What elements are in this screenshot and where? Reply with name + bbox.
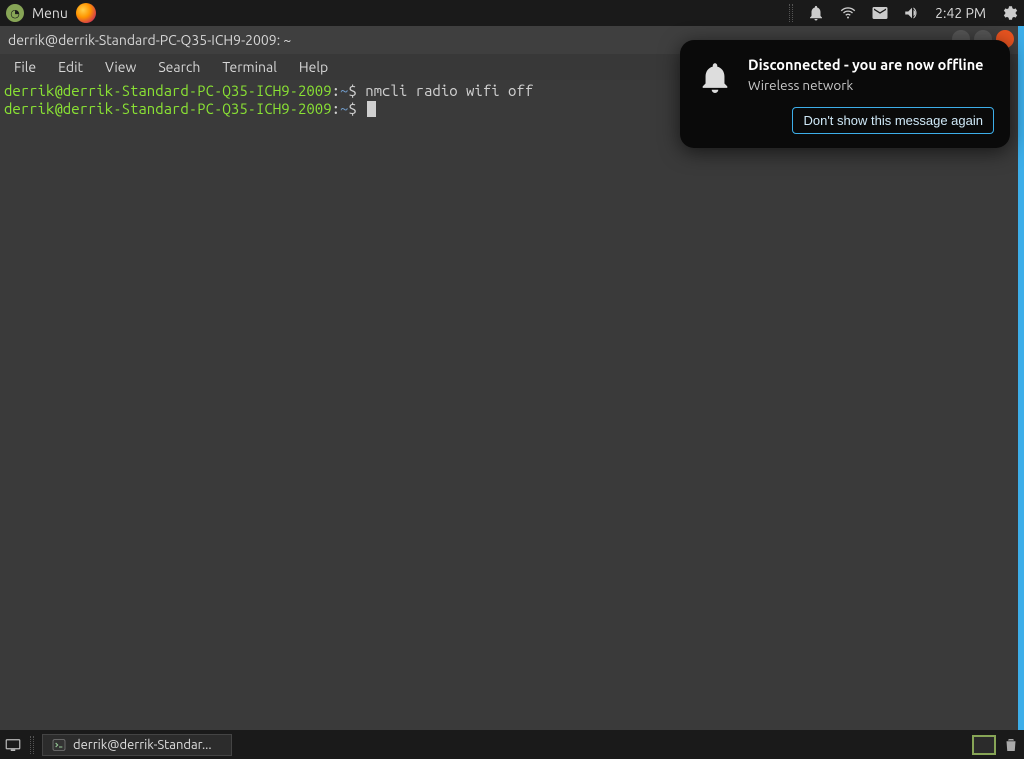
menu-help[interactable]: Help bbox=[289, 57, 338, 77]
command-text: nmcli radio wifi off bbox=[365, 82, 533, 99]
prompt-dollar: $ bbox=[348, 100, 365, 117]
firefox-icon[interactable] bbox=[76, 3, 96, 23]
taskbar-left: derrik@derrik-Standar... bbox=[4, 734, 232, 756]
notification-subtitle: Wireless network bbox=[748, 77, 994, 93]
taskbar-window-button[interactable]: derrik@derrik-Standar... bbox=[42, 734, 232, 756]
taskbar-right bbox=[972, 735, 1020, 755]
volume-icon[interactable] bbox=[903, 4, 921, 22]
menu-button[interactable]: Menu bbox=[32, 5, 68, 21]
notification-bell-icon bbox=[696, 56, 734, 134]
menu-search[interactable]: Search bbox=[148, 57, 210, 77]
terminal-body[interactable]: derrik@derrik-Standard-PC-Q35-ICH9-2009:… bbox=[0, 80, 1018, 730]
wifi-icon[interactable] bbox=[839, 4, 857, 22]
bottom-panel: derrik@derrik-Standar... bbox=[0, 730, 1024, 759]
menu-terminal[interactable]: Terminal bbox=[212, 57, 287, 77]
terminal-cursor-icon bbox=[367, 101, 376, 117]
workspace-switcher[interactable] bbox=[972, 735, 996, 755]
notifications-bell-icon[interactable] bbox=[807, 4, 825, 22]
clock[interactable]: 2:42 PM bbox=[935, 5, 986, 21]
taskbar-window-title: derrik@derrik-Standar... bbox=[73, 738, 212, 752]
mate-logo-icon[interactable]: ◔ bbox=[6, 4, 24, 22]
top-panel: ◔ Menu 2:42 PM bbox=[0, 0, 1024, 26]
notification-body: Disconnected - you are now offline Wirel… bbox=[748, 56, 994, 134]
trash-icon[interactable] bbox=[1002, 736, 1020, 754]
notification-toast: Disconnected - you are now offline Wirel… bbox=[680, 40, 1010, 148]
panel-separator-icon bbox=[30, 736, 34, 754]
panel-left: ◔ Menu bbox=[6, 3, 96, 23]
right-edge-accent bbox=[1018, 26, 1024, 730]
window-title: derrik@derrik-Standard-PC-Q35-ICH9-2009:… bbox=[8, 32, 291, 48]
mail-icon[interactable] bbox=[871, 4, 889, 22]
notification-dismiss-button[interactable]: Don't show this message again bbox=[792, 107, 994, 134]
prompt-separator: : bbox=[332, 82, 340, 99]
notification-title: Disconnected - you are now offline bbox=[748, 56, 994, 73]
panel-right: 2:42 PM bbox=[789, 4, 1018, 22]
menu-file[interactable]: File bbox=[4, 57, 46, 77]
menu-view[interactable]: View bbox=[95, 57, 146, 77]
power-gear-icon[interactable] bbox=[1000, 4, 1018, 22]
notification-actions: Don't show this message again bbox=[748, 107, 994, 134]
terminal-app-icon bbox=[51, 737, 67, 753]
prompt-dollar: $ bbox=[348, 82, 365, 99]
menu-edit[interactable]: Edit bbox=[48, 57, 93, 77]
show-desktop-icon[interactable] bbox=[4, 736, 22, 754]
panel-separator-icon bbox=[789, 4, 793, 22]
prompt-separator: : bbox=[332, 100, 340, 117]
prompt-user-host: derrik@derrik-Standard-PC-Q35-ICH9-2009 bbox=[4, 82, 332, 99]
prompt-user-host: derrik@derrik-Standard-PC-Q35-ICH9-2009 bbox=[4, 100, 332, 117]
